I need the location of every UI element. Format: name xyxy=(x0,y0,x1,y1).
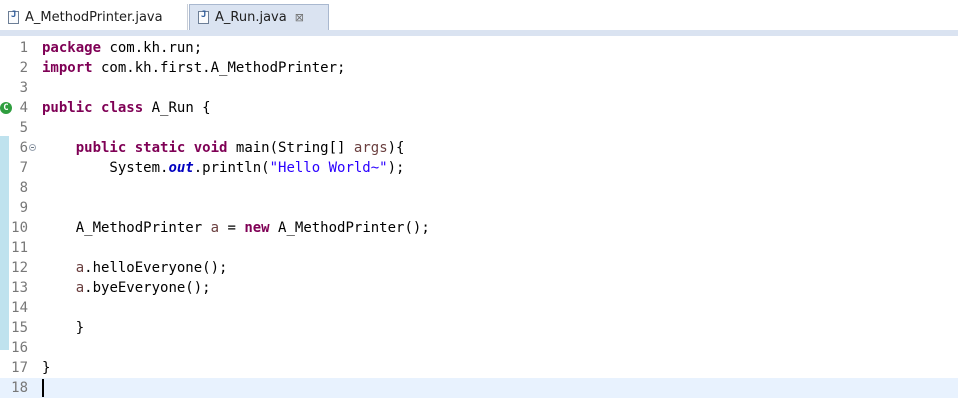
code-line[interactable]: 14 xyxy=(0,298,958,318)
line-number: 2 xyxy=(19,60,28,76)
code-text: public static void main(String[] args){ xyxy=(42,138,405,158)
line-number: 15 xyxy=(11,320,28,336)
code-text: a.byeEveryone(); xyxy=(42,278,211,298)
code-line[interactable]: 12 a.helloEveryone(); xyxy=(0,258,958,278)
code-line[interactable]: 16 xyxy=(0,338,958,358)
line-number: 6 xyxy=(19,140,28,156)
code-token: class xyxy=(101,100,144,116)
line-number: 3 xyxy=(19,80,28,96)
code-token: System. xyxy=(42,160,169,176)
code-text: } xyxy=(42,318,84,338)
line-number: 5 xyxy=(19,120,28,136)
line-number: 17 xyxy=(11,360,28,376)
code-token: a xyxy=(75,260,85,276)
fold-toggle-icon[interactable] xyxy=(29,144,36,151)
code-line[interactable]: 3 xyxy=(0,78,958,98)
java-file-icon: J xyxy=(198,10,209,24)
code-line[interactable]: 8 xyxy=(0,178,958,198)
code-line[interactable]: 11 xyxy=(0,238,958,258)
code-token: com.kh.first.A_MethodPrinter; xyxy=(92,60,346,76)
code-token: main(String[] xyxy=(227,140,354,156)
line-number: 12 xyxy=(11,260,28,276)
code-token: static xyxy=(134,140,186,156)
code-text: package com.kh.run; xyxy=(42,38,202,58)
line-number: 18 xyxy=(11,380,28,396)
code-line[interactable]: 1 package com.kh.run; xyxy=(0,38,958,58)
code-line[interactable]: 15 } xyxy=(0,318,958,338)
code-token: } xyxy=(42,360,51,376)
code-token: void xyxy=(193,140,228,156)
code-line[interactable]: 4 Cpublic class A_Run { xyxy=(0,98,958,118)
code-token: = xyxy=(219,220,245,236)
code-token: "Hello World~" xyxy=(269,160,388,176)
tab-a-methodprinter[interactable]: J A_MethodPrinter.java xyxy=(0,4,188,30)
code-token: public xyxy=(75,140,127,156)
tab-label: A_MethodPrinter.java xyxy=(25,9,163,25)
line-number: 8 xyxy=(19,180,28,196)
code-line[interactable]: 18 xyxy=(0,378,958,398)
code-token: new xyxy=(244,220,270,236)
code-line[interactable]: 17} xyxy=(0,358,958,378)
code-token: a xyxy=(75,280,85,296)
close-icon[interactable]: ⊠ xyxy=(295,11,304,24)
line-number: 10 xyxy=(11,220,28,236)
code-line[interactable]: 13 a.byeEveryone(); xyxy=(0,278,958,298)
code-token: args xyxy=(353,140,388,156)
tab-label: A_Run.java xyxy=(215,10,287,25)
code-token: } xyxy=(42,320,85,336)
line-number: 7 xyxy=(19,160,28,176)
code-line[interactable]: 2 import com.kh.first.A_MethodPrinter; xyxy=(0,58,958,78)
class-marker-icon: C xyxy=(0,102,12,114)
code-token: public xyxy=(42,100,93,116)
code-editor[interactable]: 1 package com.kh.run; 2 import com.kh.first… xyxy=(0,36,958,408)
line-number: 1 xyxy=(19,40,28,56)
tab-a-run[interactable]: J A_Run.java ⊠ xyxy=(189,4,329,30)
code-token: package xyxy=(42,40,102,56)
code-text: A_MethodPrinter a = new A_MethodPrinter(… xyxy=(42,218,430,238)
code-token: out xyxy=(168,160,194,176)
line-number: 11 xyxy=(11,240,28,256)
code-token: .println( xyxy=(193,160,270,176)
editor-tab-bar: J A_MethodPrinter.java J A_Run.java ⊠ xyxy=(0,0,958,30)
text-cursor xyxy=(42,379,44,397)
code-token: .helloEveryone(); xyxy=(84,260,228,276)
code-line[interactable]: 7 System.out.println("Hello World~"); xyxy=(0,158,958,178)
code-token: ){ xyxy=(387,140,405,156)
code-token: ); xyxy=(387,160,405,176)
code-token: A_MethodPrinter(); xyxy=(269,220,430,236)
line-number: 9 xyxy=(19,200,28,216)
code-text: System.out.println("Hello World~"); xyxy=(42,158,404,178)
code-text: import com.kh.first.A_MethodPrinter; xyxy=(42,58,345,78)
code-line[interactable]: 6 public static void main(String[] args)… xyxy=(0,138,958,158)
line-number: 16 xyxy=(11,340,28,356)
code-text: } xyxy=(42,358,50,378)
code-text: public class A_Run { xyxy=(42,98,211,118)
code-line[interactable]: 5 xyxy=(0,118,958,138)
code-token: a xyxy=(210,220,220,236)
code-token: A_Run { xyxy=(143,100,211,116)
code-line[interactable]: 10 A_MethodPrinter a = new A_MethodPrint… xyxy=(0,218,958,238)
code-token: .byeEveryone(); xyxy=(84,280,211,296)
code-token: A_MethodPrinter xyxy=(42,220,211,236)
java-file-icon: J xyxy=(8,10,19,24)
code-token: import xyxy=(42,60,93,76)
line-number: 13 xyxy=(11,280,28,296)
code-text: a.helloEveryone(); xyxy=(42,258,228,278)
line-number: 14 xyxy=(11,300,28,316)
code-token: com.kh.run; xyxy=(101,40,203,56)
code-line[interactable]: 9 xyxy=(0,198,958,218)
